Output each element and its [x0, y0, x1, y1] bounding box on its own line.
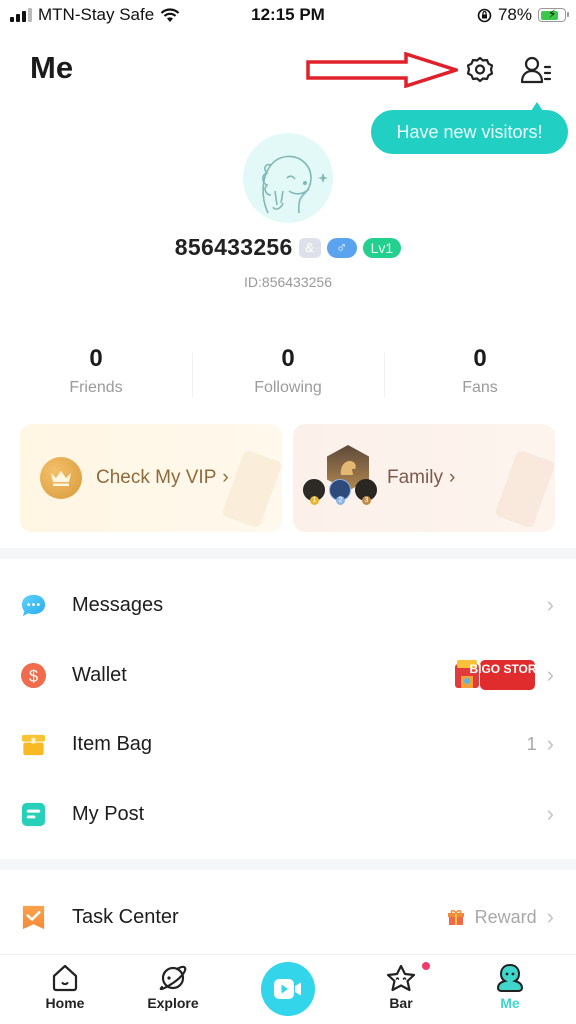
go-live-icon: [274, 979, 301, 999]
status-bar: MTN-Stay Safe 12:15 PM 78% ⚡: [0, 0, 576, 32]
notification-dot: [422, 962, 430, 970]
wallet-icon: $: [20, 662, 47, 688]
visitors-button[interactable]: [518, 52, 554, 88]
bigo-store-banner[interactable]: BIGO STORE: [453, 656, 544, 694]
menu-item-item-bag[interactable]: Item Bag 1 ›: [0, 714, 576, 774]
family-label: Family: [387, 467, 443, 488]
chevron-right-icon: ›: [546, 731, 554, 756]
gender-badge: ♂: [326, 237, 357, 258]
menu-item-task-center[interactable]: Task Center Reward ›: [0, 887, 576, 947]
menu-label: My Post: [72, 802, 145, 825]
menu-label: Messages: [72, 593, 164, 616]
orientation-lock-icon: [477, 8, 492, 22]
stat-label: Friends: [69, 379, 123, 396]
level-badge[interactable]: Lv1: [362, 237, 402, 258]
settings-button[interactable]: [462, 52, 498, 88]
chevron-right-icon: ›: [546, 662, 554, 687]
tab-me[interactable]: Me: [465, 963, 555, 1011]
medal-bronze-icon: 3: [355, 479, 377, 505]
menu-label: Item Bag: [72, 732, 153, 755]
bigo-store-text: BIGO STORE: [469, 662, 537, 676]
bottom-tab-bar: Home Explore Bar Me: [0, 954, 576, 1024]
tab-label: Home: [45, 995, 85, 1011]
user-id: ID:856433256: [244, 274, 332, 290]
item-bag-icon: [21, 734, 46, 755]
chevron-right-icon: ›: [546, 592, 554, 617]
id-badge-icon: &: [298, 237, 321, 258]
menu-item-my-post[interactable]: My Post ›: [0, 784, 576, 844]
my-post-icon: [21, 802, 46, 826]
menu-item-messages[interactable]: Messages ›: [0, 575, 576, 635]
stat-value: 0: [473, 345, 487, 372]
tab-explore[interactable]: Explore: [128, 963, 218, 1011]
menu-label: Wallet: [72, 663, 127, 686]
gear-icon: [466, 56, 494, 83]
stat-label: Fans: [462, 379, 498, 396]
stat-value: 0: [281, 345, 295, 372]
chevron-right-icon: ›: [546, 801, 554, 826]
medal-silver-icon: 2: [329, 479, 351, 505]
go-live-button[interactable]: [261, 962, 315, 1016]
clock: 12:15 PM: [251, 5, 325, 24]
stat-fans[interactable]: 0 Fans: [384, 345, 576, 397]
stat-friends[interactable]: 0 Friends: [0, 345, 192, 397]
family-card[interactable]: 1 2 3 Family ›: [293, 424, 555, 532]
chevron-right-icon: ›: [546, 904, 554, 929]
tab-bar[interactable]: Bar: [356, 963, 446, 1011]
section-divider: [0, 548, 576, 559]
battery-charging-icon: ⚡: [538, 7, 569, 22]
decorative-shape: [221, 449, 282, 529]
page-title: Me: [30, 50, 74, 85]
svg-text:$: $: [29, 667, 38, 685]
stat-following[interactable]: 0 Following: [192, 345, 384, 397]
messages-icon: [21, 594, 46, 616]
menu-label: Task Center: [72, 905, 179, 928]
red-arrow-annotation: [306, 52, 458, 88]
tab-label: Bar: [389, 995, 413, 1011]
explore-planet-icon: [159, 965, 187, 991]
section-divider: [0, 859, 576, 870]
crown-icon: [40, 457, 82, 499]
tab-label: Me: [500, 995, 520, 1011]
name-row: 856433256 & ♂ Lv1: [0, 234, 576, 261]
tab-label: Explore: [147, 995, 199, 1011]
item-bag-count: 1: [526, 733, 537, 754]
avatar[interactable]: [243, 133, 333, 223]
stats-row: 0 Friends 0 Following 0 Fans: [0, 345, 576, 397]
decorative-shape: [494, 449, 555, 529]
tab-home[interactable]: Home: [20, 963, 110, 1011]
tooltip-text: Have new visitors!: [396, 121, 543, 142]
medal-gold-icon: 1: [303, 479, 325, 505]
reward-label: Reward: [474, 906, 537, 927]
task-center-icon: [22, 905, 45, 929]
family-badges: 1 2 3: [301, 443, 379, 513]
stat-value: 0: [89, 345, 103, 372]
menu-item-wallet[interactable]: $ Wallet BIGO STORE ›: [0, 645, 576, 705]
username: 856433256: [174, 234, 293, 260]
gift-icon: [447, 909, 464, 925]
vip-label: Check My VIP: [96, 467, 217, 488]
stat-label: Following: [254, 379, 322, 396]
mascot-avatar-icon: [262, 155, 328, 214]
new-visitors-tooltip[interactable]: Have new visitors!: [371, 102, 568, 154]
bar-star-icon: [386, 964, 416, 992]
chevron-right-icon: ›: [222, 467, 229, 488]
battery-percent: 78%: [497, 5, 532, 24]
chevron-right-icon: ›: [448, 467, 456, 488]
visitors-icon: [520, 56, 552, 84]
me-icon: [496, 963, 524, 992]
home-icon: [52, 964, 78, 992]
check-vip-card[interactable]: Check My VIP ›: [20, 424, 282, 532]
